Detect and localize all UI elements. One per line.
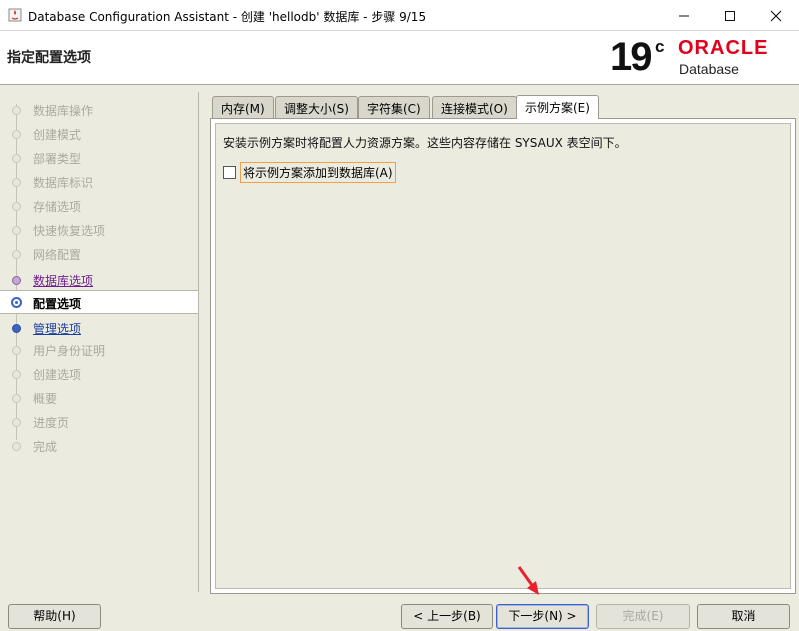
nav-step-storage-option: 存储选项 — [0, 194, 198, 218]
java-app-icon — [8, 8, 22, 22]
nav-step-summary: 概要 — [0, 386, 198, 410]
tab-character-sets[interactable]: 字符集(C) — [358, 96, 430, 118]
logo-product: Database — [679, 61, 739, 77]
maximize-icon — [725, 10, 735, 21]
step-dot-icon — [12, 442, 21, 451]
step-dot-icon — [12, 324, 21, 333]
tab-connection-mode[interactable]: 连接模式(O) — [432, 96, 517, 118]
tab-panel: 安装示例方案时将配置人力资源方案。这些内容存储在 SYSAUX 表空间下。 将示… — [210, 118, 796, 594]
close-button[interactable] — [753, 0, 799, 31]
step-dot-icon — [12, 370, 21, 379]
back-button[interactable]: < 上一步(B) — [401, 604, 493, 629]
tab-sizing[interactable]: 调整大小(S) — [275, 96, 358, 118]
finish-button: 完成(E) — [596, 604, 690, 629]
page-heading: 指定配置选项 — [7, 50, 91, 66]
minimize-button[interactable] — [661, 0, 707, 31]
maximize-button[interactable] — [707, 0, 753, 31]
step-dot-icon — [12, 154, 21, 163]
nav-step-progress-page: 进度页 — [0, 410, 198, 434]
nav-step-creation-option: 创建选项 — [0, 362, 198, 386]
nav-step-database-identification: 数据库标识 — [0, 170, 198, 194]
sample-schemas-panel: 安装示例方案时将配置人力资源方案。这些内容存储在 SYSAUX 表空间下。 将示… — [215, 123, 791, 589]
add-sample-schemas-option[interactable]: 将示例方案添加到数据库(A) — [220, 161, 396, 183]
add-sample-schemas-checkbox[interactable] — [223, 165, 236, 179]
header-band: 指定配置选项 19 c ORACLE Database — [0, 31, 799, 85]
nav-step-database-options[interactable]: 数据库选项 — [0, 268, 198, 292]
current-step-icon — [11, 297, 22, 308]
minimize-icon — [679, 15, 689, 16]
logo-c: c — [655, 37, 665, 56]
cancel-button[interactable]: 取消 — [697, 604, 790, 629]
step-dot-icon — [12, 106, 21, 115]
title-bar: Database Configuration Assistant - 创建 'h… — [0, 0, 799, 31]
nav-step-user-credentials: 用户身份证明 — [0, 338, 198, 362]
help-button[interactable]: 帮助(H) — [8, 604, 101, 629]
step-dot-icon — [12, 250, 21, 259]
logo-brand: ORACLE — [678, 37, 769, 59]
window-title: Database Configuration Assistant - 创建 'h… — [28, 10, 427, 24]
step-dot-icon — [12, 276, 21, 285]
step-dot-icon — [12, 394, 21, 403]
step-dot-icon — [12, 346, 21, 355]
tab-sample-schemas[interactable]: 示例方案(E) — [516, 95, 599, 119]
add-sample-schemas-label[interactable]: 将示例方案添加到数据库(A) — [240, 161, 396, 183]
step-dot-icon — [12, 178, 21, 187]
step-dot-icon — [12, 418, 21, 427]
logo-version: 19 — [610, 35, 652, 79]
sample-schemas-description: 安装示例方案时将配置人力资源方案。这些内容存储在 SYSAUX 表空间下。 — [223, 136, 627, 150]
step-navigation: 数据库操作 创建模式 部署类型 数据库标识 存储选项 快速恢复选项 网络配置 数… — [0, 92, 199, 592]
tab-memory[interactable]: 内存(M) — [212, 96, 274, 118]
step-dot-icon — [12, 130, 21, 139]
nav-step-deployment-type: 部署类型 — [0, 146, 198, 170]
step-dot-icon — [12, 202, 21, 211]
nav-step-creation-mode: 创建模式 — [0, 122, 198, 146]
nav-step-fast-recovery: 快速恢复选项 — [0, 218, 198, 242]
nav-step-database-operation: 数据库操作 — [0, 98, 198, 122]
nav-step-network-config: 网络配置 — [0, 242, 198, 266]
step-dot-icon — [12, 226, 21, 235]
nav-step-management-options[interactable]: 管理选项 — [0, 316, 198, 340]
nav-step-configuration-options: 配置选项 — [0, 290, 198, 314]
nav-step-finish: 完成 — [0, 434, 198, 458]
annotation-arrow-icon — [517, 566, 539, 595]
next-button[interactable]: 下一步(N) > — [496, 604, 589, 629]
close-icon — [770, 10, 782, 21]
